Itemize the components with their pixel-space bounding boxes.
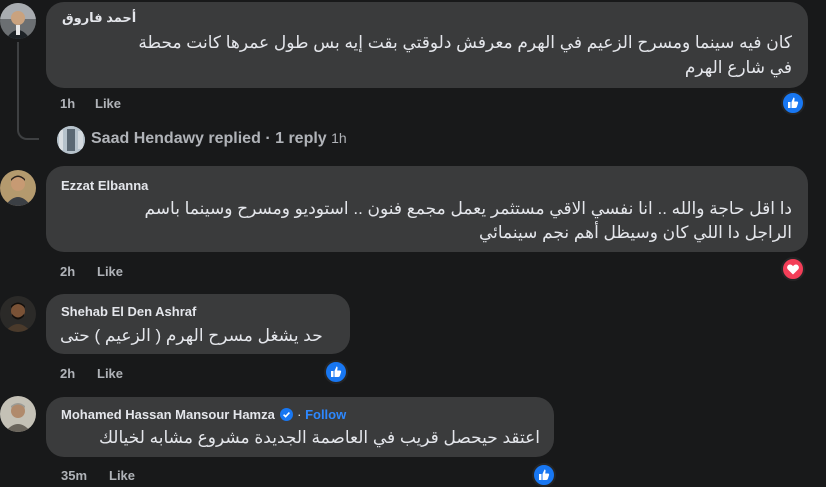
comment-text-line-1: دا اقل حاجة والله .. انا نفسي الاقي مستث… [144, 199, 792, 218]
like-icon [539, 469, 550, 480]
comment-text-line-1: حد يشغل مسرح الهرم ( الزعيم ) حتى [60, 326, 323, 345]
comment-author[interactable]: Ezzat Elbanna [61, 178, 148, 193]
separator: · [297, 407, 302, 422]
reply-count[interactable]: 1 reply [275, 130, 327, 147]
reply-action: replied [208, 130, 261, 147]
avatar[interactable] [0, 296, 36, 332]
comment-time[interactable]: 2h [60, 366, 75, 381]
like-button[interactable]: Like [97, 366, 123, 381]
separator: · [265, 130, 271, 147]
like-button[interactable]: Like [95, 96, 121, 111]
thread-line [17, 42, 19, 126]
thread-curve [17, 122, 39, 140]
avatar[interactable] [57, 126, 85, 154]
comment-author[interactable]: Mohamed Hassan Mansour Hamza [61, 407, 275, 422]
avatar[interactable] [0, 396, 36, 432]
reaction-badge[interactable] [324, 360, 348, 384]
comment-text-line-2: الراجل دا اللي كان وسيظل أهم نجم سينمائي [478, 223, 792, 242]
comment-time[interactable]: 35m [61, 468, 87, 483]
like-button[interactable]: Like [97, 264, 123, 279]
reply-time: 1h [331, 130, 347, 146]
reply-author[interactable]: Saad Hendawy [91, 130, 204, 147]
like-button[interactable]: Like [109, 468, 135, 483]
comment-text-line-2: في شارع الهرم [684, 58, 792, 77]
comment-author[interactable]: Shehab El Den Ashraf [61, 304, 196, 319]
avatar[interactable] [0, 170, 36, 206]
like-icon [331, 366, 342, 377]
reaction-badge[interactable] [532, 463, 556, 487]
reaction-badge[interactable] [781, 91, 805, 115]
comment-author[interactable]: أحمد فاروق [62, 10, 136, 26]
verified-badge-icon [280, 408, 294, 424]
avatar[interactable] [0, 3, 36, 39]
comment-time[interactable]: 1h [60, 96, 75, 111]
follow-button[interactable]: Follow [305, 407, 346, 422]
comment-text-line-1: كان فيه سينما ومسرح الزعيم في الهرم معرف… [138, 33, 792, 52]
like-icon [788, 97, 799, 108]
love-icon [787, 264, 799, 275]
comment-text-line-1: اعتقد حيحصل قريب في العاصمة الجديدة مشرو… [98, 428, 540, 447]
comment-time[interactable]: 2h [60, 264, 75, 279]
reaction-badge[interactable] [781, 257, 805, 281]
